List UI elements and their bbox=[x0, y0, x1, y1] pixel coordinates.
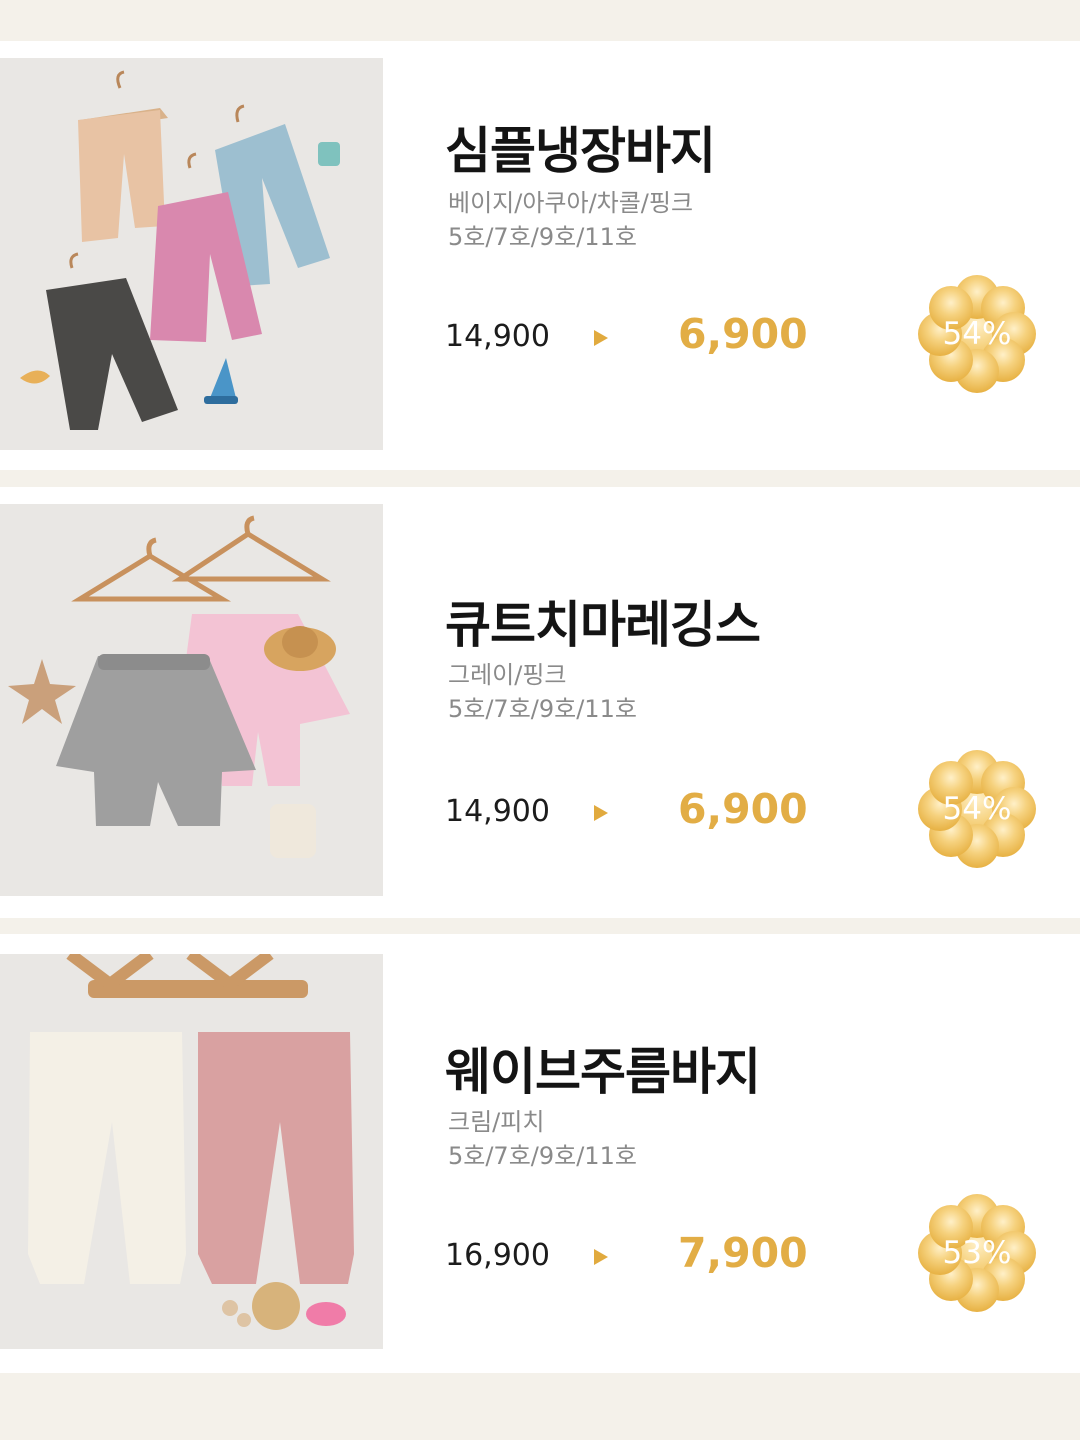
sale-price: 7,900 bbox=[678, 1229, 808, 1277]
product-size-options: 5호/7호/9호/11호 bbox=[448, 223, 637, 251]
product-color-options: 그레이/핑크 bbox=[448, 661, 567, 689]
discount-badge: 53% bbox=[916, 1192, 1038, 1314]
original-price: 14,900 bbox=[445, 319, 550, 354]
arrow-right-icon bbox=[594, 1249, 608, 1265]
discount-rate: 54% bbox=[942, 316, 1012, 352]
product-name[interactable]: 심플냉장바지 bbox=[445, 111, 716, 183]
product-size-options: 5호/7호/9호/11호 bbox=[448, 1142, 637, 1170]
sale-price: 6,900 bbox=[678, 785, 808, 833]
arrow-right-icon bbox=[594, 330, 608, 346]
product-size-options: 5호/7호/9호/11호 bbox=[448, 695, 637, 723]
discount-rate: 53% bbox=[942, 1235, 1012, 1271]
product-name[interactable]: 웨이브주름바지 bbox=[445, 1032, 761, 1104]
discount-rate: 54% bbox=[942, 791, 1012, 827]
sale-price: 6,900 bbox=[678, 310, 808, 358]
product-name[interactable]: 큐트치마레깅스 bbox=[445, 585, 761, 657]
original-price: 14,900 bbox=[445, 794, 550, 829]
discount-badge: 54% bbox=[916, 748, 1038, 870]
arrow-right-icon bbox=[594, 805, 608, 821]
product-image[interactable] bbox=[0, 58, 383, 450]
discount-badge: 54% bbox=[916, 273, 1038, 395]
original-price: 16,900 bbox=[445, 1238, 550, 1273]
product-card[interactable]: 심플냉장바지 베이지/아쿠아/차콜/핑크 5호/7호/9호/11호 14,900… bbox=[0, 41, 1080, 470]
product-color-options: 크림/피치 bbox=[448, 1108, 545, 1136]
product-color-options: 베이지/아쿠아/차콜/핑크 bbox=[448, 189, 694, 217]
product-image[interactable] bbox=[0, 954, 383, 1349]
product-card[interactable]: 웨이브주름바지 크림/피치 5호/7호/9호/11호 16,900 7,900 … bbox=[0, 934, 1080, 1373]
product-card[interactable]: 큐트치마레깅스 그레이/핑크 5호/7호/9호/11호 14,900 6,900… bbox=[0, 487, 1080, 918]
product-image[interactable] bbox=[0, 504, 383, 896]
